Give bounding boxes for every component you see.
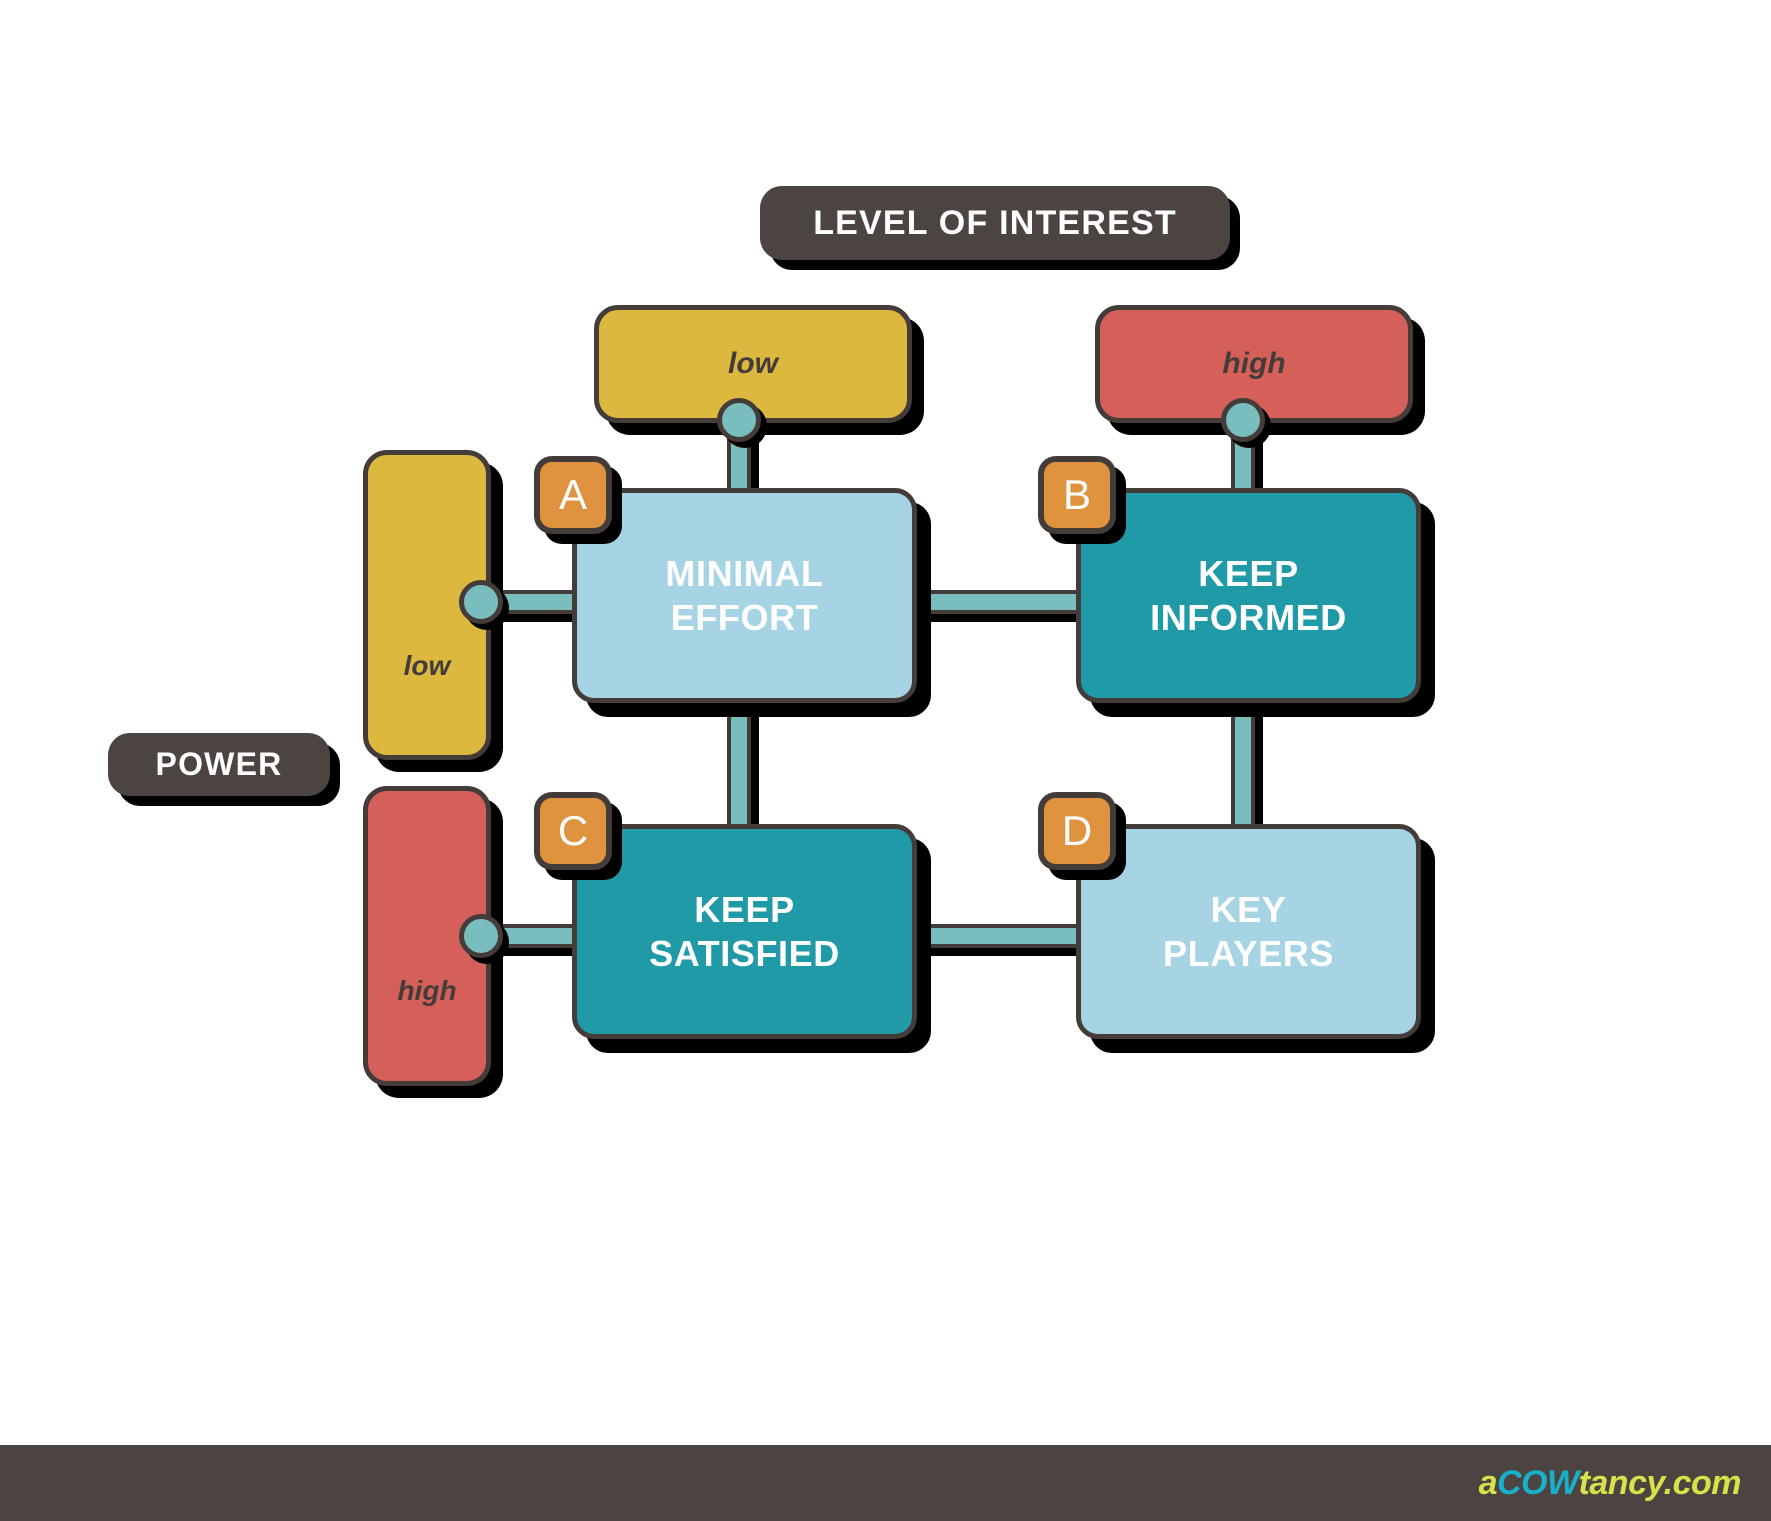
- axis-title-level-of-interest-label: LEVEL OF INTEREST: [813, 203, 1177, 242]
- quadrant-d-line1: KEY: [1210, 888, 1287, 930]
- logo-part-cow: COW: [1496, 1463, 1579, 1502]
- quadrant-b-text: KEEP INFORMED: [1150, 552, 1347, 640]
- quadrant-c-line1: KEEP: [694, 888, 795, 930]
- axis-title-level-of-interest: LEVEL OF INTEREST: [760, 186, 1230, 260]
- diagram-canvas: LEVEL OF INTEREST POWER low high low hig…: [0, 0, 1771, 1521]
- connector-dot-column-low: [717, 398, 761, 442]
- quadrant-a-line1: MINIMAL: [665, 552, 824, 594]
- row-header-high-label: high: [397, 975, 457, 1006]
- column-header-high-label: high: [1222, 347, 1286, 380]
- footer-bar: aCOWtancy.com: [0, 1445, 1771, 1521]
- connector-a-to-b: [890, 590, 1100, 614]
- quadrant-d-line2: PLAYERS: [1163, 932, 1334, 974]
- quadrant-d-badge-label: D: [1061, 807, 1093, 854]
- axis-title-power: POWER: [108, 733, 330, 796]
- quadrant-c-keep-satisfied[interactable]: KEEP SATISFIED: [572, 824, 917, 1039]
- quadrant-a-line2: EFFORT: [670, 596, 819, 638]
- quadrant-b-line2: INFORMED: [1150, 596, 1347, 638]
- logo-part-a: a: [1478, 1463, 1498, 1502]
- quadrant-d-text: KEY PLAYERS: [1163, 888, 1334, 976]
- quadrant-b-badge-label: B: [1062, 471, 1091, 518]
- logo-part-tancy: tancy.com: [1578, 1463, 1742, 1502]
- quadrant-c-badge[interactable]: C: [534, 792, 612, 870]
- quadrant-c-line2: SATISFIED: [649, 932, 840, 974]
- connector-dot-row-high: [459, 914, 503, 958]
- row-header-low-label: low: [403, 650, 451, 681]
- quadrant-b-line1: KEEP: [1198, 552, 1299, 594]
- quadrant-a-badge-label: A: [558, 471, 587, 518]
- axis-title-power-label: POWER: [155, 746, 283, 782]
- quadrant-a-text: MINIMAL EFFORT: [665, 552, 823, 640]
- quadrant-d-badge[interactable]: D: [1038, 792, 1116, 870]
- quadrant-b-badge[interactable]: B: [1038, 456, 1116, 534]
- quadrant-a-badge[interactable]: A: [534, 456, 612, 534]
- quadrant-c-badge-label: C: [557, 807, 589, 854]
- quadrant-c-text: KEEP SATISFIED: [649, 888, 840, 976]
- connector-dot-column-high: [1221, 398, 1265, 442]
- connector-dot-row-low: [459, 580, 503, 624]
- column-header-low-label: low: [728, 347, 778, 380]
- acowtancy-logo[interactable]: aCOWtancy.com: [1478, 1463, 1742, 1503]
- quadrant-b-keep-informed[interactable]: KEEP INFORMED: [1076, 488, 1421, 703]
- connector-c-to-d: [890, 924, 1100, 948]
- quadrant-a-minimal-effort[interactable]: MINIMAL EFFORT: [572, 488, 917, 703]
- quadrant-d-key-players[interactable]: KEY PLAYERS: [1076, 824, 1421, 1039]
